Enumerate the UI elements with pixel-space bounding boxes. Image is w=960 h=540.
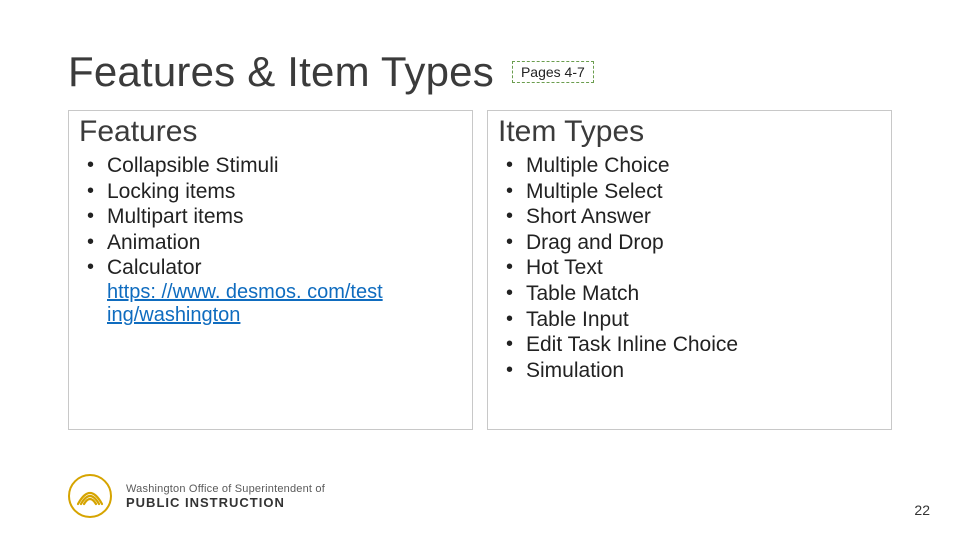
list-item: Table Input	[526, 307, 881, 333]
slide: Features & Item Types Pages 4-7 Features…	[0, 0, 960, 540]
agency-name-line1: Washington Office of Superintendent of	[126, 483, 325, 495]
list-item: Multiple Select	[526, 179, 881, 205]
page-range-badge: Pages 4-7	[512, 61, 594, 83]
footer: Washington Office of Superintendent of P…	[68, 474, 325, 518]
list-item: Multiple Choice	[526, 153, 881, 179]
ospi-logo-text: Washington Office of Superintendent of P…	[126, 483, 325, 510]
list-item: Edit Task Inline Choice	[526, 332, 881, 358]
item-types-heading: Item Types	[498, 115, 881, 149]
agency-name-line2: PUBLIC INSTRUCTION	[126, 495, 325, 510]
list-item: Table Match	[526, 281, 881, 307]
title-row: Features & Item Types Pages 4-7	[68, 48, 892, 96]
features-panel: Features Collapsible Stimuli Locking ite…	[68, 110, 473, 430]
page-number: 22	[914, 502, 930, 518]
content-columns: Features Collapsible Stimuli Locking ite…	[68, 110, 892, 430]
list-item: Drag and Drop	[526, 230, 881, 256]
ospi-logo-icon	[68, 474, 112, 518]
list-item: Calculator https: //www. desmos. com/tes…	[107, 255, 462, 327]
features-heading: Features	[79, 115, 462, 149]
list-item: Short Answer	[526, 204, 881, 230]
calculator-link[interactable]: https: //www. desmos. com/test ing/washi…	[107, 281, 462, 327]
list-item: Hot Text	[526, 255, 881, 281]
features-list: Collapsible Stimuli Locking items Multip…	[79, 153, 462, 327]
item-types-list: Multiple Choice Multiple Select Short An…	[498, 153, 881, 383]
item-types-panel: Item Types Multiple Choice Multiple Sele…	[487, 110, 892, 430]
list-item-label: Calculator	[107, 256, 202, 279]
list-item: Multipart items	[107, 204, 462, 230]
list-item: Simulation	[526, 358, 881, 384]
list-item: Animation	[107, 230, 462, 256]
list-item: Locking items	[107, 179, 462, 205]
slide-title: Features & Item Types	[68, 48, 494, 96]
list-item: Collapsible Stimuli	[107, 153, 462, 179]
